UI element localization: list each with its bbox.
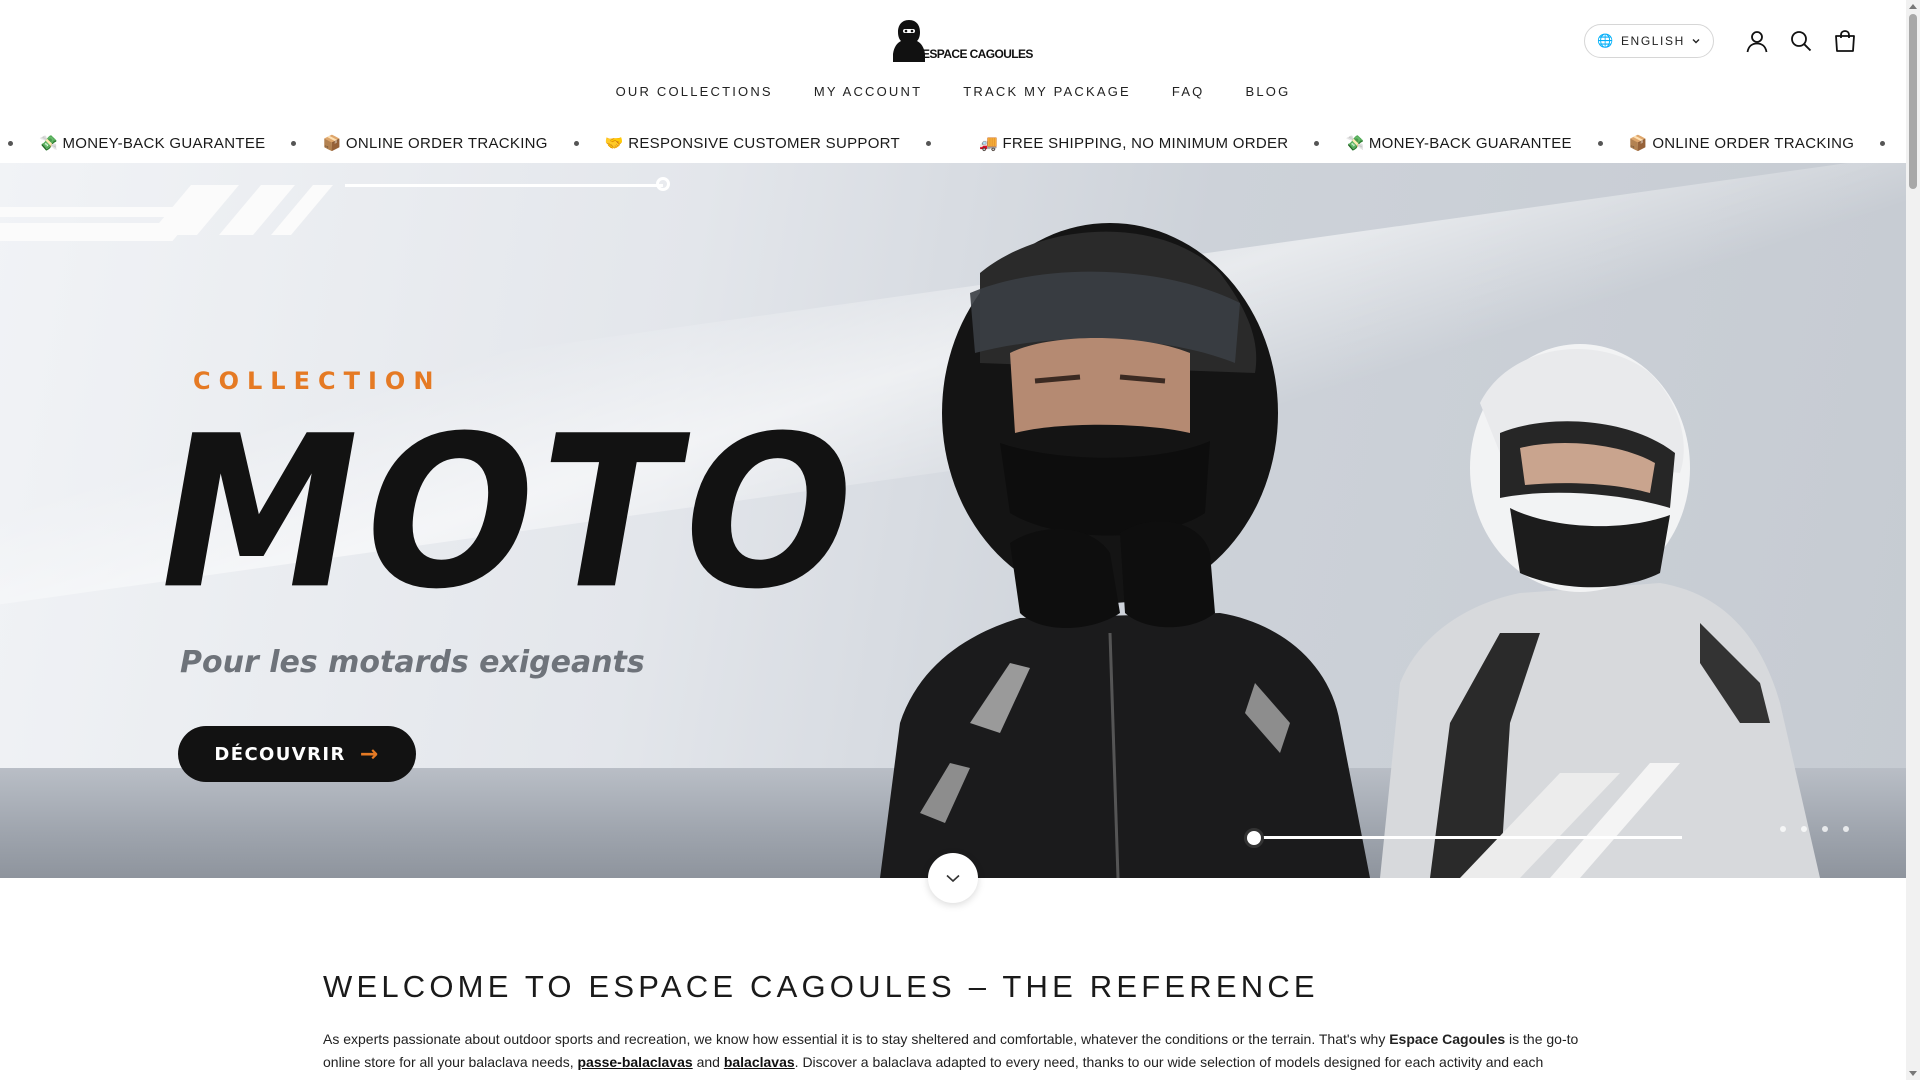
passe-balaclavas-link[interactable]: passe-balaclavas [577,1054,692,1070]
nav-our-collections[interactable]: OUR COLLECTIONS [616,84,773,99]
cart-icon[interactable] [1832,28,1858,54]
intro-text: . Discover a balaclava adapted to every … [794,1054,1544,1070]
balaclavas-link[interactable]: balaclavas [724,1054,795,1070]
slide-dot[interactable] [1843,826,1849,832]
separator-dot [1314,140,1320,146]
announcement-item: 📦 ONLINE ORDER TRACKING [1628,135,1855,152]
scroll-down-button[interactable] [928,853,978,903]
brand-name: Espace Cagoules [1389,1031,1506,1047]
nav-blog[interactable]: BLOG [1246,84,1291,99]
slide-indicators [1780,826,1849,832]
decorative-knob [1244,828,1264,848]
motorcycle-riders-image [880,223,1820,878]
scroll-down-arrow[interactable] [1909,1071,1917,1076]
chevron-down-icon [1692,39,1700,44]
page-scrollbar[interactable] [1906,0,1920,1080]
hero-banner[interactable]: COLLECTION MOTO Pour les motards exigean… [0,163,1906,878]
welcome-heading: WELCOME TO ESPACE CAGOULES – THE REFEREN… [323,969,1319,1004]
announcement-item: 💸 MONEY-BACK GUARANTEE [1345,135,1572,152]
language-selector[interactable]: 🌐 ENGLISH [1584,24,1714,58]
separator-dot [926,140,931,146]
slide-dot[interactable] [1822,826,1828,832]
globe-icon: 🌐 [1597,33,1615,48]
separator-dot [1880,140,1886,146]
separator-dot [573,140,579,146]
language-label: ENGLISH [1620,34,1685,48]
separator-dot [1597,140,1603,146]
logo-wordmark: ESPACE CAGOULES [922,47,1033,61]
chevron-down-icon [946,874,960,883]
site-logo[interactable]: ESPACE CAGOULES [892,18,1033,62]
arrow-right-icon: → [359,741,380,767]
scroll-up-arrow[interactable] [1909,4,1917,9]
slide-dot[interactable] [1801,826,1807,832]
announcement-item: 🤝 RESPONSIVE CUSTOMER SUPPORT [604,135,900,152]
balaclava-figure-icon [893,20,925,62]
slide-dot[interactable] [1780,826,1786,832]
announcement-item: 💸 MONEY-BACK GUARANTEE [39,135,266,152]
announcement-item: 🚚 FREE SHIPPING, NO MINIMUM ORDER [979,135,1289,152]
announcement-bar: 💸 MONEY-BACK GUARANTEE 📦 ONLINE ORDER TR… [0,128,1906,160]
account-icon[interactable] [1744,28,1770,54]
decorative-line [1262,836,1682,839]
intro-paragraph: As experts passionate about outdoor spor… [323,1028,1585,1074]
discover-button[interactable]: DÉCOUVRIR → [178,726,416,782]
discover-button-label: DÉCOUVRIR [214,743,346,765]
nav-my-account[interactable]: MY ACCOUNT [814,84,922,99]
nav-faq[interactable]: FAQ [1172,84,1205,99]
scrollbar-thumb[interactable] [1909,14,1917,189]
search-icon[interactable] [1788,28,1814,54]
intro-text: As experts passionate about outdoor spor… [323,1031,1390,1047]
main-navigation: OUR COLLECTIONS MY ACCOUNT TRACK MY PACK… [0,84,1906,99]
separator-dot [8,140,13,146]
hero-headline: MOTO [138,391,881,636]
hero-subline: Pour les motards exigeants [180,645,645,680]
intro-text: and [692,1054,724,1070]
decorative-line [345,184,663,187]
announcement-item: 📦 ONLINE ORDER TRACKING [322,135,548,152]
nav-track-my-package[interactable]: TRACK MY PACKAGE [963,84,1131,99]
separator-dot [291,140,297,146]
site-header: ESPACE CAGOULES 🌐 ENGLISH OUR COLLECTION… [0,0,1906,132]
decorative-knob [656,177,670,191]
